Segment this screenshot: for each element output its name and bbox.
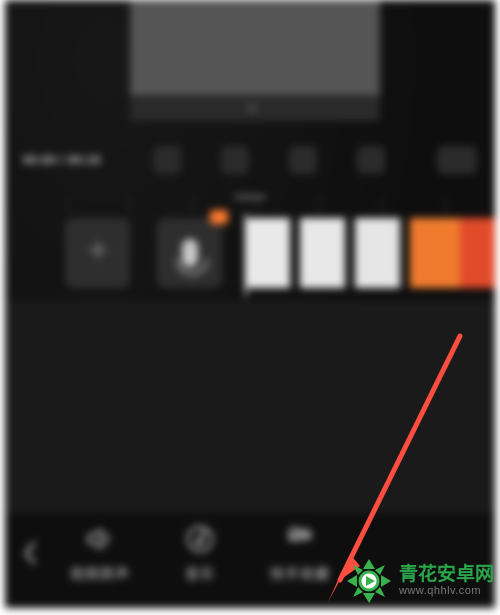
dot-icon: [249, 105, 255, 111]
record-voice-button[interactable]: [157, 218, 222, 288]
tool-label: 快手收藏: [270, 564, 330, 584]
video-preview[interactable]: [130, 0, 380, 108]
tool-music[interactable]: 音乐: [159, 522, 241, 584]
player-extra-button[interactable]: [437, 146, 477, 174]
watermark-brand: 青花安卓网: [399, 565, 494, 586]
fullscreen-button[interactable]: [357, 146, 385, 174]
play-button[interactable]: [289, 146, 317, 174]
player-controls: 00:00 / 00:15: [5, 135, 495, 185]
kuaishou-icon: [283, 522, 317, 556]
preview-info-bar: [130, 95, 380, 121]
playhead-indicator[interactable]: [245, 214, 247, 296]
watermark-logo-icon: [345, 557, 393, 605]
chevron-left-icon: [23, 541, 37, 565]
speaker-icon: [83, 522, 117, 556]
empty-tracks-area[interactable]: [5, 300, 495, 513]
new-badge: [210, 210, 228, 224]
undo-button[interactable]: [153, 146, 181, 174]
tool-label: 视频原声: [70, 564, 130, 584]
app-frame: 00:00 / 00:15: [0, 0, 500, 615]
editor-screen: 00:00 / 00:15: [5, 0, 495, 608]
watermark-url: www.qhhlv.com: [399, 585, 494, 597]
tool-kuaishou-favorites[interactable]: 快手收藏: [259, 522, 341, 584]
add-clip-button[interactable]: [65, 218, 130, 288]
plus-icon: [89, 241, 107, 259]
player-time-display: 00:00 / 00:15: [23, 153, 101, 167]
watermark: 青花安卓网 www.qhhlv.com: [345, 553, 494, 609]
player-buttons: [101, 146, 437, 174]
back-button[interactable]: [5, 510, 55, 596]
music-note-icon: [183, 522, 217, 556]
ruler-handle-icon: [234, 194, 266, 200]
redo-button[interactable]: [221, 146, 249, 174]
microphone-icon: [182, 239, 198, 267]
clip-filmstrip[interactable]: [245, 218, 495, 288]
tool-original-sound[interactable]: 视频原声: [59, 522, 141, 584]
tool-label: 音乐: [185, 564, 215, 584]
timeline-row: [5, 218, 495, 298]
